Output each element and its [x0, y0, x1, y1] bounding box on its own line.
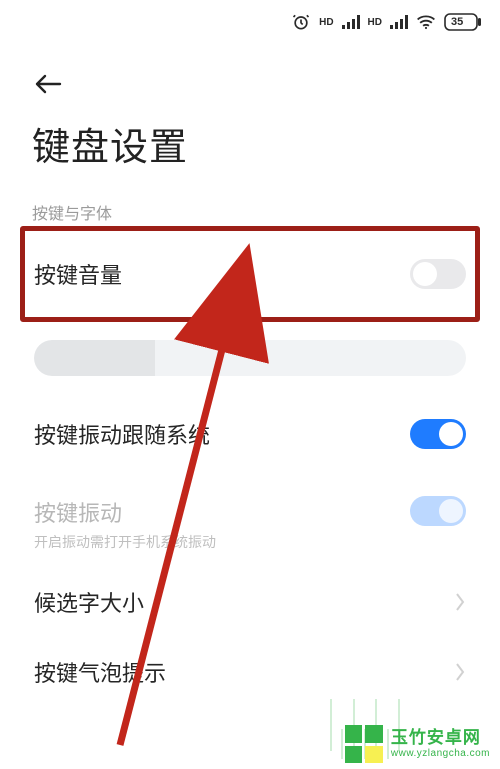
watermark-url: www.yzlangcha.com — [391, 748, 490, 759]
battery-icon: 35 — [444, 13, 482, 31]
signal-icon-1 — [342, 15, 360, 29]
key-vibration-toggle — [410, 496, 466, 526]
row-key-vibration: 按键振动 开启振动需打开手机系统振动 — [34, 496, 466, 552]
key-vibration-sub: 开启振动需打开手机系统振动 — [34, 532, 216, 552]
chevron-right-icon — [454, 662, 466, 682]
key-volume-toggle[interactable] — [410, 259, 466, 289]
key-volume-label: 按键音量 — [34, 258, 122, 290]
row-vibration-follow-system[interactable]: 按键振动跟随系统 — [34, 418, 466, 450]
page-title: 键盘设置 — [32, 116, 188, 171]
candidate-font-size-label: 候选字大小 — [34, 586, 144, 618]
back-button[interactable] — [32, 68, 64, 100]
row-key-bubble-hint[interactable]: 按键气泡提示 — [34, 656, 466, 688]
row-candidate-font-size[interactable]: 候选字大小 — [34, 586, 466, 618]
status-bar: HD HD 35 — [0, 0, 500, 44]
wifi-icon — [416, 14, 436, 30]
slider-fill — [34, 340, 155, 376]
hd-icon-1: HD — [319, 17, 333, 28]
section-label: 按键与字体 — [32, 200, 112, 224]
alarm-icon — [291, 12, 311, 32]
battery-percent: 35 — [451, 16, 463, 28]
vibration-follow-label: 按键振动跟随系统 — [34, 418, 210, 450]
watermark: 玉竹安卓网 www.yzlangcha.com — [341, 719, 500, 769]
vibration-follow-toggle[interactable] — [410, 419, 466, 449]
chevron-right-icon — [454, 592, 466, 612]
watermark-logo-icon — [345, 725, 383, 763]
row-key-volume[interactable]: 按键音量 — [34, 258, 466, 290]
watermark-name: 玉竹安卓网 — [391, 729, 490, 748]
signal-icon-2 — [390, 15, 408, 29]
hd-icon-2: HD — [368, 17, 382, 28]
key-volume-slider[interactable] — [34, 340, 466, 376]
key-vibration-label: 按键振动 — [34, 496, 216, 528]
key-bubble-label: 按键气泡提示 — [34, 656, 166, 688]
